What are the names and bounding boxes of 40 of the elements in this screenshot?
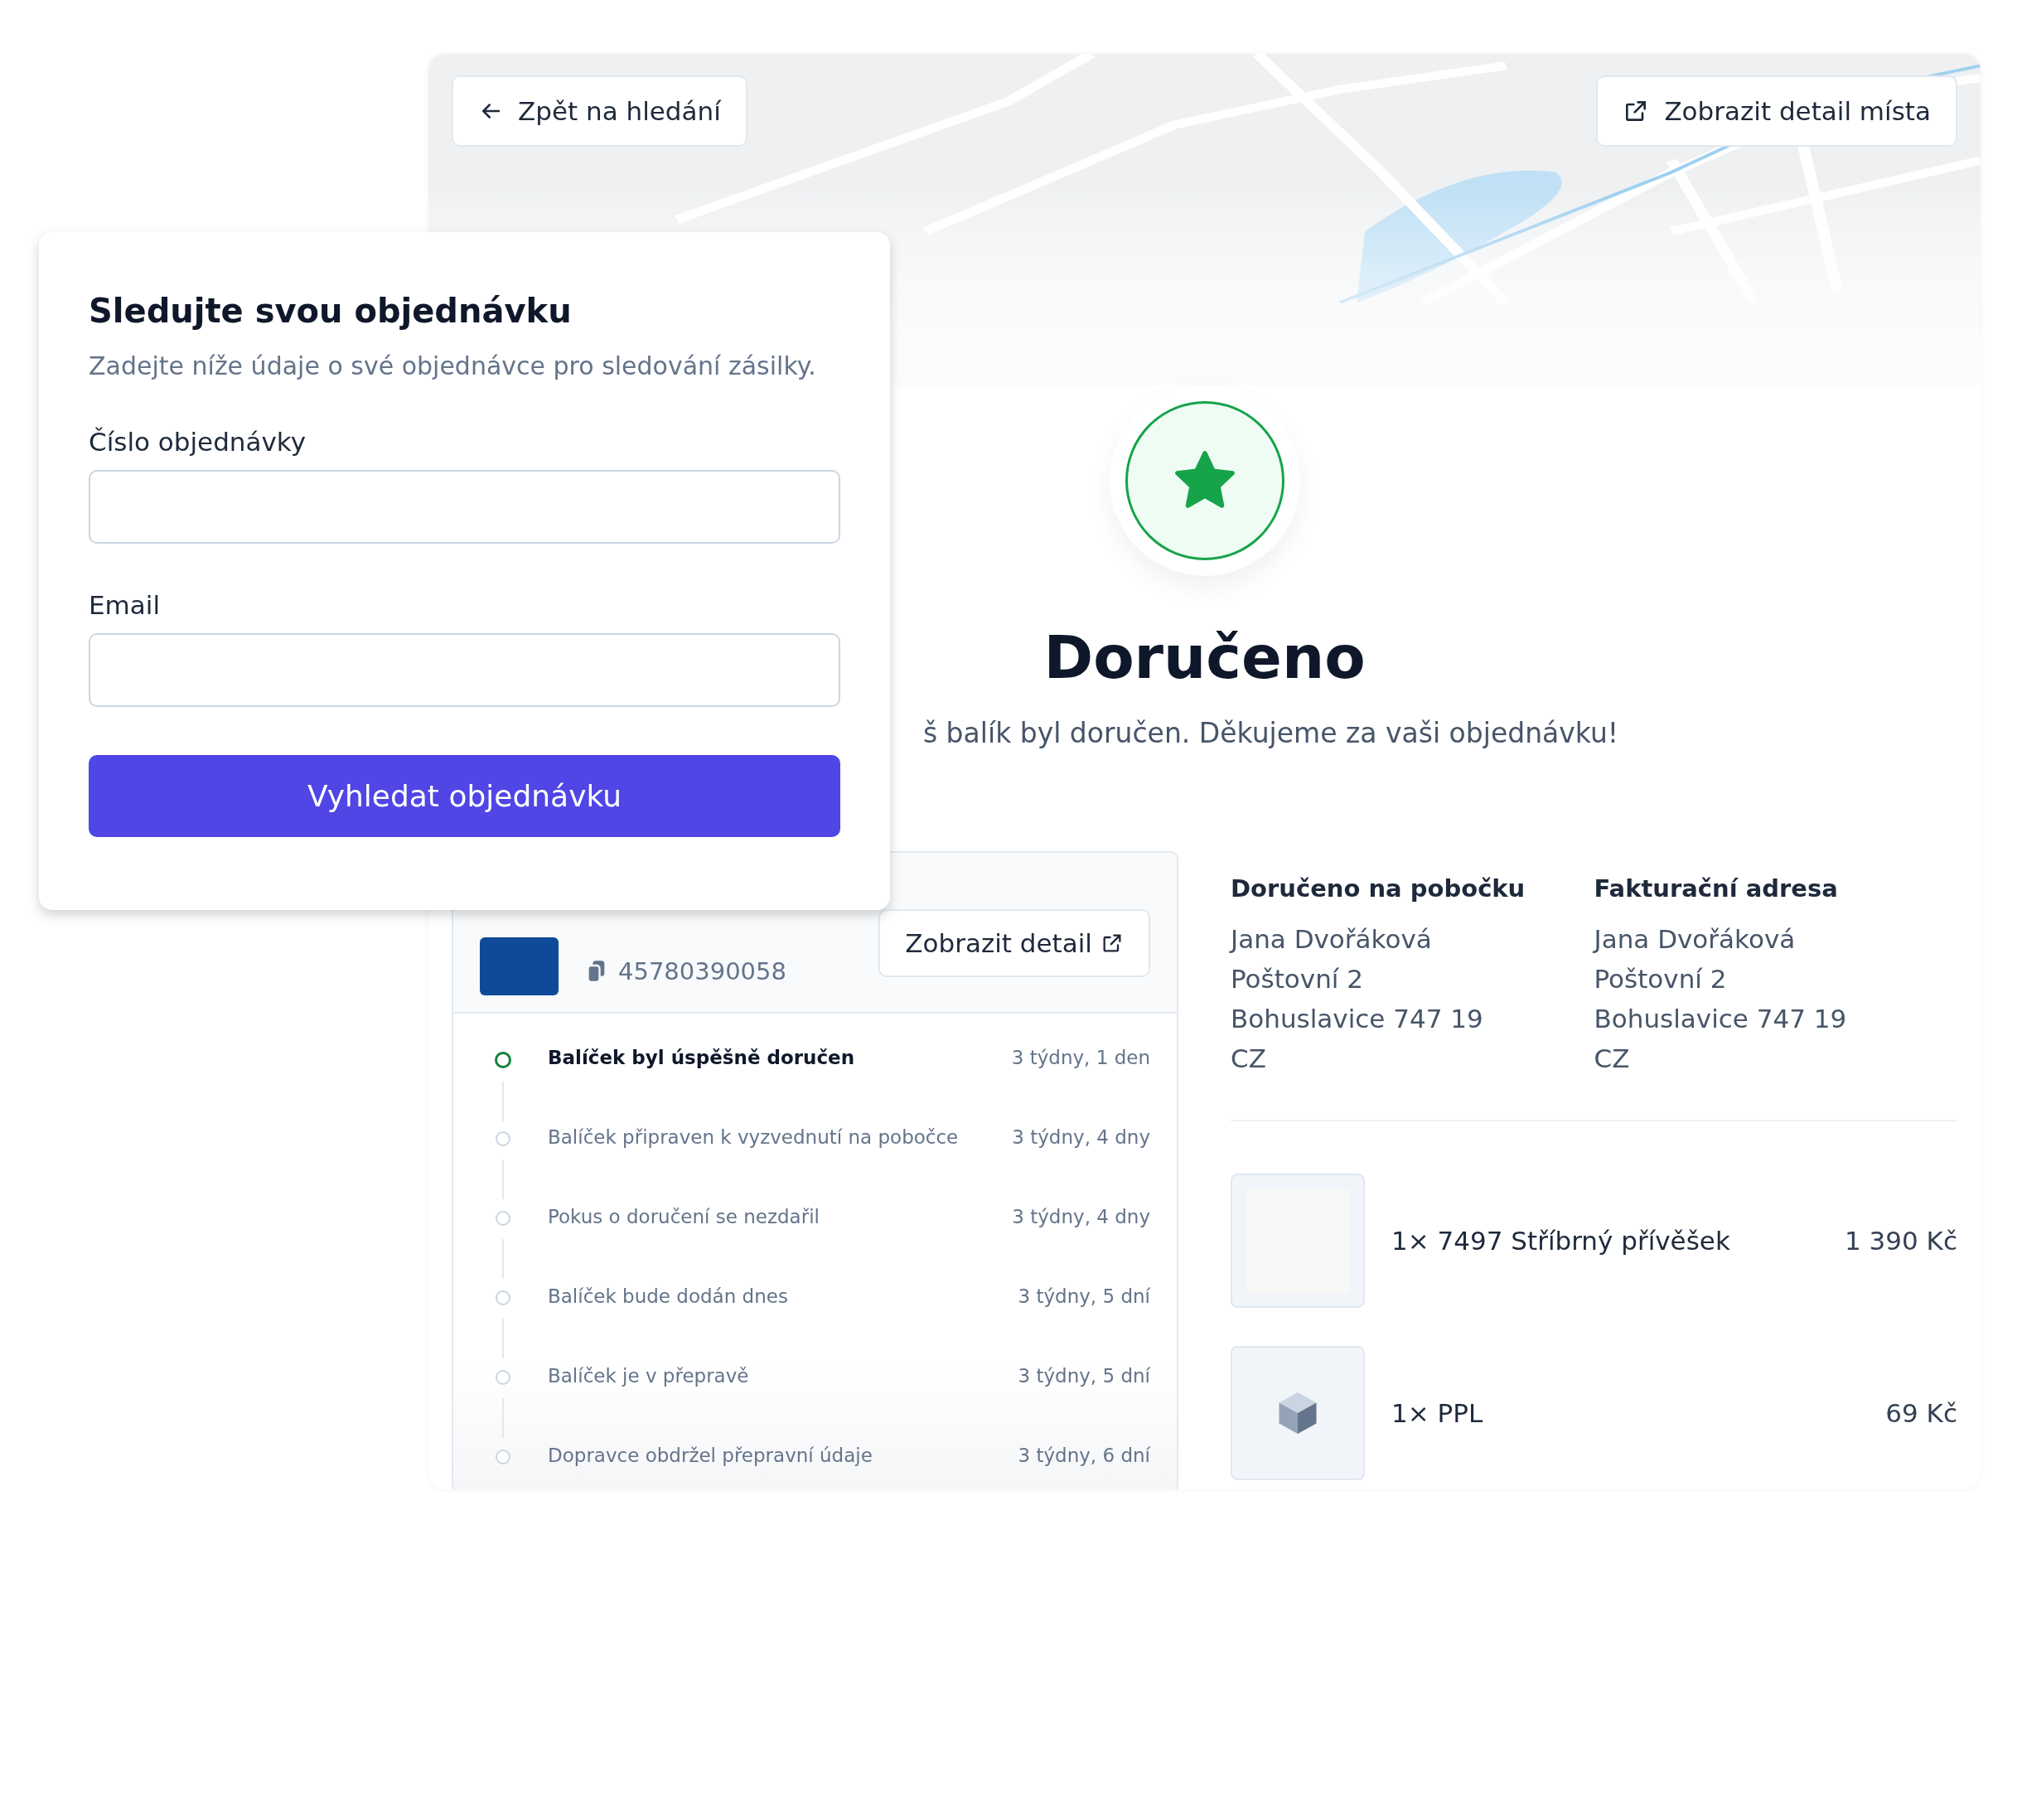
- place-detail-button[interactable]: Zobrazit detail místa: [1596, 75, 1957, 147]
- address-line: Bohuslavice 747 19: [1594, 1003, 1848, 1035]
- tracking-number: 45780390058: [618, 957, 786, 985]
- form-title: Sledujte svou objednávku: [89, 292, 573, 330]
- event-text: Balíček je v přepravě: [548, 1365, 750, 1387]
- event-time: 3 týdny, 6 dní: [1018, 1445, 1150, 1466]
- input-field[interactable]: [89, 633, 840, 707]
- event-time: 3 týdny, 4 dny: [1012, 1206, 1150, 1227]
- address-line: Jana Dvořáková: [1231, 923, 1433, 956]
- address-line: CZ: [1594, 1043, 1631, 1075]
- event-time: 3 týdny, 4 dny: [1012, 1126, 1150, 1148]
- address-heading: Doručeno na pobočku: [1231, 874, 1526, 903]
- event-text: Dopravce obdržel přepravní údaje: [548, 1445, 873, 1466]
- address-line: Jana Dvořáková: [1594, 923, 1797, 956]
- address-heading: Fakturační adresa: [1594, 874, 1839, 903]
- item-price: 1 390 Kč: [1845, 1226, 1957, 1256]
- event-text: Balíček připraven k vyzvednutí na pobočce: [548, 1126, 960, 1148]
- status-message: š balík byl doručen. Děkujeme za vaši objednávku!: [922, 717, 1619, 749]
- copy-icon: [587, 960, 607, 983]
- detail-button[interactable]: Zobrazit detail: [878, 909, 1150, 977]
- address-line: Poštovní 2: [1594, 963, 1728, 995]
- event-text: Pokus o doručení se nezdařil: [548, 1206, 820, 1227]
- item-price: 69 Kč: [1885, 1398, 1957, 1428]
- field-label: Email: [89, 590, 161, 620]
- event-text: Balíček bude dodán dnes: [548, 1285, 789, 1307]
- input-field[interactable]: [89, 470, 840, 544]
- back-button[interactable]: Zpět na hledání: [452, 75, 747, 147]
- event-time: 3 týdny, 5 dní: [1018, 1365, 1150, 1387]
- event-time: 3 týdny, 5 dní: [1018, 1285, 1150, 1307]
- item-name: 1× 7497 Stříbrný přívěšek: [1391, 1226, 1731, 1256]
- address-line: Poštovní 2: [1231, 963, 1364, 995]
- event-text: Balíček byl úspěšně doručen: [548, 1047, 856, 1068]
- search-order-button[interactable]: Vyhledat objednávku: [89, 755, 840, 837]
- status-title: Doručeno: [1043, 622, 1366, 692]
- field-label: Číslo objednávky: [89, 427, 307, 457]
- address-line: Bohuslavice 747 19: [1231, 1003, 1484, 1035]
- form-subtitle: Zadejte níže údaje o své objednávce pro sledování zásilky.: [89, 351, 817, 380]
- item-name: 1× PPL: [1391, 1398, 1484, 1428]
- event-time: 3 týdny, 1 den: [1011, 1047, 1150, 1068]
- address-line: CZ: [1231, 1043, 1267, 1075]
